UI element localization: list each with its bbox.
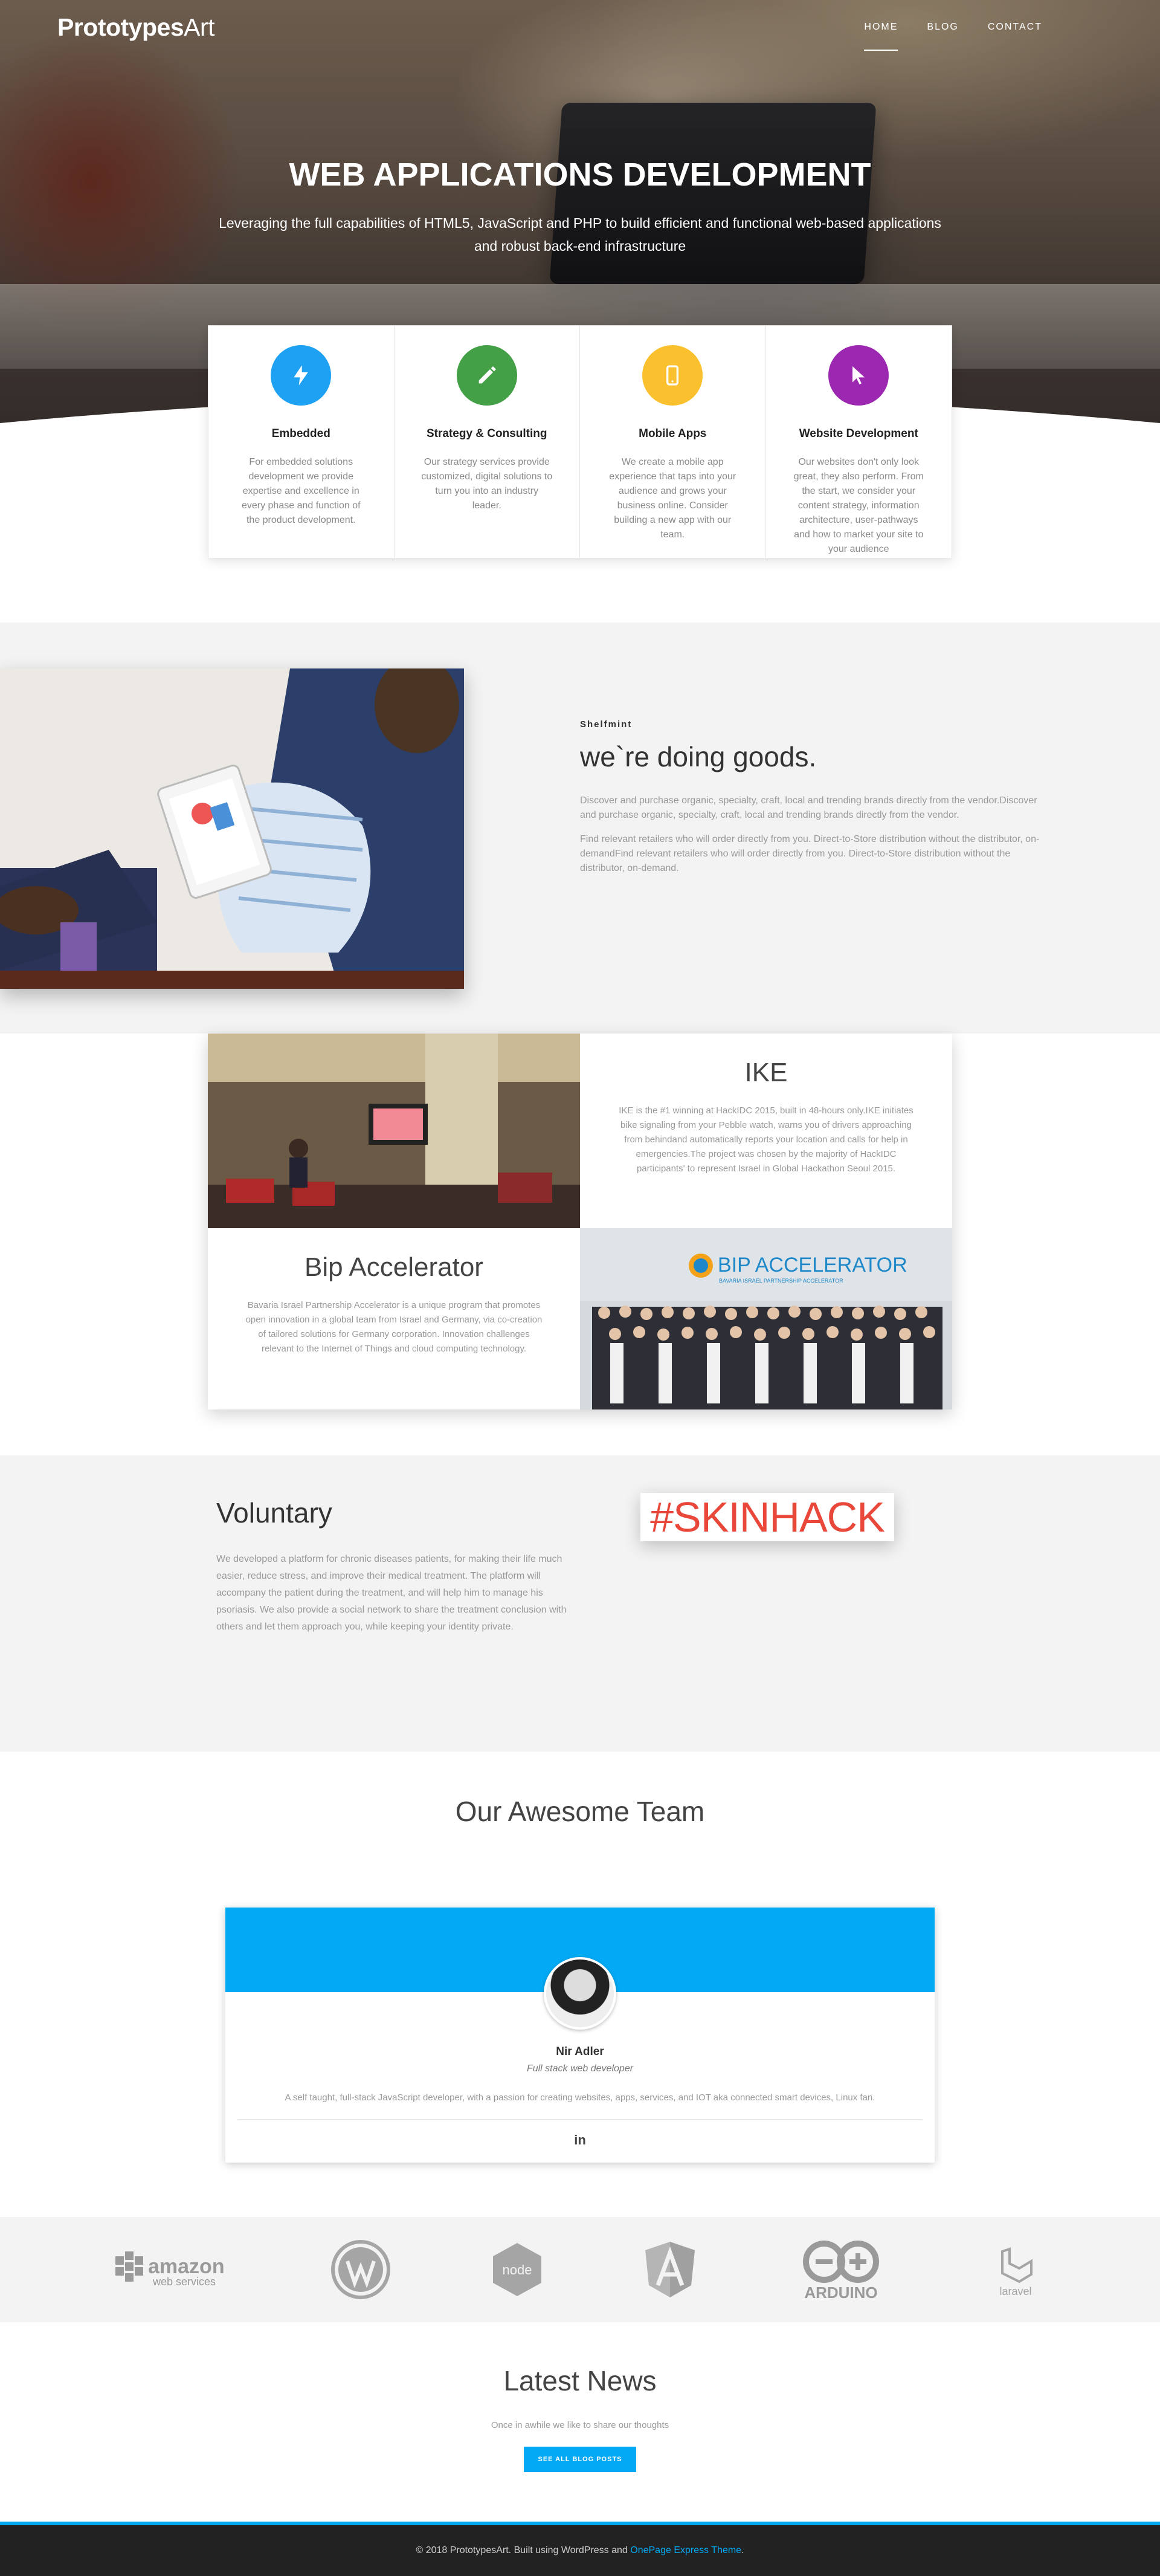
node-logo-text: node — [502, 2262, 532, 2277]
service-card-mobile: Mobile Apps We create a mobile app exper… — [580, 326, 766, 558]
voluntary-title: Voluntary — [216, 1497, 332, 1529]
arduino-logo-text: ARDUINO — [805, 2283, 878, 2302]
service-title: Mobile Apps — [639, 427, 707, 440]
shelfmint-title: we`re doing goods. — [580, 741, 817, 772]
team-member-role: Full stack web developer — [526, 2063, 634, 2074]
arduino-logo: ARDUINO — [793, 2236, 889, 2303]
team-section-title: Our Awesome Team — [455, 1796, 705, 1827]
service-card-embedded: Embedded For embedded solutions developm… — [208, 326, 395, 558]
hero-subtitle: Leveraging the full capabilities of HTML… — [219, 215, 941, 254]
service-card-website: Website Development Our websites don't o… — [766, 326, 952, 558]
ike-text: IKE is the #1 winning at HackIDC 2015, b… — [619, 1105, 914, 1174]
footer-theme-link[interactable]: OnePage Express Theme — [630, 2545, 741, 2556]
service-title: Embedded — [271, 427, 330, 440]
footer-text: © 2018 PrototypesArt. Built using WordPr… — [416, 2545, 628, 2555]
menu-item-contact[interactable]: CONTACT — [988, 22, 1042, 51]
voluntary-text: We developed a platform for chronic dise… — [216, 1554, 567, 1632]
services-cards: Embedded For embedded solutions developm… — [208, 325, 952, 558]
logo-bold-text: Prototypes — [57, 13, 184, 41]
shelfmint-kicker: Shelfmint — [580, 719, 633, 730]
see-all-blog-posts-button[interactable]: SEE ALL BLOG POSTS — [524, 2447, 636, 2472]
shelfmint-paragraph: Discover and purchase organic, specialty… — [580, 795, 1037, 820]
logo-thin-text: Art — [184, 13, 215, 41]
service-card-strategy: Strategy & Consulting Our strategy servi… — [395, 326, 580, 558]
skinhack-badge: #SKINHACK — [640, 1493, 894, 1541]
shelfmint-image — [0, 668, 464, 989]
bolt-icon — [271, 345, 332, 406]
laravel-logo: laravel — [985, 2239, 1046, 2300]
voluntary-section — [0, 1455, 1160, 1752]
footer: © 2018 PrototypesArt. Built using WordPr… — [0, 2522, 1160, 2576]
wordpress-logo — [330, 2239, 391, 2300]
menu-item-home[interactable]: HOME — [864, 22, 898, 51]
service-text: Our strategy services provide customized… — [421, 457, 553, 511]
amazon-logo-text: amazon — [148, 2255, 225, 2278]
team-member-bio: A self taught, full-stack JavaScript dev… — [285, 2092, 875, 2103]
cursor-icon — [828, 345, 889, 406]
amazon-web-services-logo: amazon web services — [114, 2245, 235, 2294]
divider — [237, 2119, 923, 2120]
linkedin-icon[interactable]: in — [225, 2132, 935, 2148]
service-text: We create a mobile app experience that t… — [609, 457, 736, 540]
footer-end: . — [741, 2545, 744, 2555]
shelfmint-paragraph: Find relevant retailers who will order d… — [580, 834, 1040, 873]
team-member-name: Nir Adler — [556, 2045, 604, 2058]
ike-text-block: IKE IKE is the #1 winning at HackIDC 201… — [580, 1034, 952, 1228]
navbar: PrototypesArt HOME BLOG CONTACT — [0, 0, 1160, 56]
menu-item-blog[interactable]: BLOG — [927, 22, 958, 51]
bip-text: Bavaria Israel Partnership Accelerator i… — [245, 1300, 543, 1354]
bip-text-block: Bip Accelerator Bavaria Israel Partnersh… — [208, 1228, 580, 1409]
pencil-icon — [456, 345, 517, 406]
projects-grid: IKE IKE is the #1 winning at HackIDC 201… — [208, 1034, 952, 1409]
news-subtitle: Once in awhile we like to share our thou… — [491, 2420, 669, 2430]
shelfmint-text: Shelfmint we`re doing goods. Discover an… — [580, 719, 1045, 885]
service-title: Strategy & Consulting — [426, 427, 547, 440]
hero-title: WEB APPLICATIONS DEVELOPMENT — [289, 157, 871, 193]
laravel-logo-text: laravel — [999, 2285, 1031, 2297]
aws-logo-text: web services — [152, 2276, 216, 2288]
mobile-icon — [642, 345, 703, 406]
technology-logos: amazon web services node ARDUINO laravel — [0, 2217, 1160, 2322]
main-menu: HOME BLOG CONTACT — [864, 22, 1042, 51]
service-title: Website Development — [799, 427, 918, 440]
team-member-card: Nir Adler Full stack web developer A sel… — [225, 1908, 935, 2163]
ike-photo — [208, 1034, 580, 1228]
site-logo[interactable]: PrototypesArt — [57, 13, 215, 42]
avatar — [544, 1957, 616, 2030]
bip-title: Bip Accelerator — [304, 1252, 483, 1282]
bip-banner-subtitle: BAVARIA ISRAEL PARTNERSHIP ACCELERATOR — [719, 1278, 843, 1284]
angular-logo — [643, 2239, 697, 2300]
service-text: Our websites don't only look great, they… — [793, 457, 924, 554]
bip-photo: BIP ACCELERATOR BAVARIA ISRAEL PARTNERSH… — [580, 1228, 952, 1409]
bip-banner-title: BIP ACCELERATOR — [718, 1254, 907, 1277]
news-title: Latest News — [503, 2365, 657, 2396]
person-with-tablet-illustration — [0, 668, 464, 989]
nodejs-logo: node — [487, 2239, 547, 2300]
service-text: For embedded solutions development we pr… — [241, 457, 361, 525]
ike-title: IKE — [744, 1058, 788, 1087]
